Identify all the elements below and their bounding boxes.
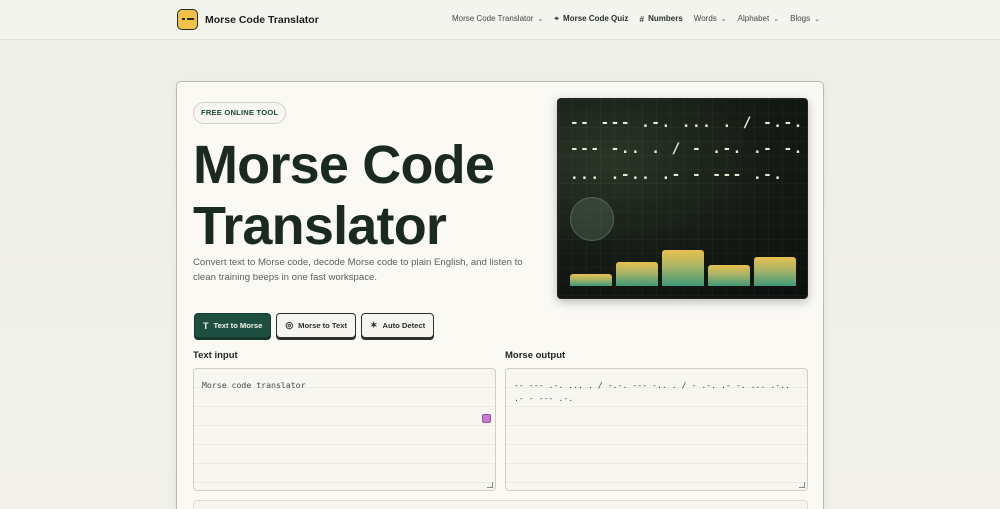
mode-button-1[interactable]: ◎ Morse to Text [276,313,356,338]
page-subtitle: Convert text to Morse code, decode Morse… [193,257,523,283]
brand-link[interactable]: Morse Code Translator [177,9,319,30]
extension-icon[interactable] [482,414,491,423]
morse-output-field[interactable]: -- --- .-. ... . / -.-. --- -.. . / - .-… [505,368,808,491]
morse-preview-panel: -- --- .-. ... . / -.-. --- -.. . / - .-.… [557,98,808,299]
text-input-value: Morse code translator [202,380,306,390]
audio-level-bar [570,274,612,286]
nav-item-0[interactable]: Morse Code Translator ⌄ [452,14,543,23]
resize-handle-icon[interactable] [799,482,805,488]
chevron-down-icon: ⌄ [814,15,820,23]
signal-pulse-indicator [570,197,614,241]
chevron-down-icon: ⌄ [537,15,544,23]
text-icon: T [203,320,209,331]
audio-level-bar [616,262,658,286]
mode-button-0[interactable]: T Text to Morse [194,313,272,338]
audio-level-bar [662,250,704,286]
nav-item-1[interactable]: ⌖ Morse Code Quiz [554,13,628,24]
morse-output-label: Morse output [505,350,566,361]
nav-item-label: Morse Code Translator [451,14,534,23]
morse-output-value: -- --- .-. ... . / -.-. --- -.. . / - .-… [514,380,791,403]
nav-item-label: Morse Code Quiz [563,14,629,23]
gamepad-icon: ⌖ [554,13,560,23]
resize-handle-icon[interactable] [487,482,493,488]
nav-item-label: Words [693,14,717,23]
nav-item-4[interactable]: Alphabet ⌄ [738,14,779,23]
text-input-field[interactable]: Morse code translator [193,368,496,491]
mode-button-label: Morse to Text [298,321,347,330]
audio-level-bar [708,265,750,286]
nav-item-5[interactable]: Blogs ⌄ [790,14,820,23]
mode-button-label: Text to Morse [213,321,263,330]
nav-menu: Morse Code Translator ⌄ ⌖ Morse Code Quiz # N… [441,13,820,24]
preview-morse-line: --- -.. . / - .-. .- -. [570,141,804,157]
wand-icon: ✶ [369,320,378,330]
tool-badge: FREE ONLINE TOOL [193,102,287,124]
signal-icon: ◎ [285,320,294,330]
text-input-label: Text input [193,350,238,361]
audio-level-bar [754,257,796,286]
morse-logo-icon [177,9,198,30]
chevron-down-icon: ⌄ [720,15,727,23]
nav-item-2[interactable]: # Numbers [639,14,682,24]
translator-card: FREE ONLINE TOOL Morse Code Translator C… [176,81,824,509]
brand-name: Morse Code Translator [205,13,319,26]
top-nav: Morse Code Translator Morse Code Transla… [0,0,1000,40]
nav-item-label: Blogs [790,14,811,23]
nav-item-label: Numbers [648,14,683,23]
mode-button-label: Auto Detect [382,321,426,330]
preview-morse-line: -- --- .-. ... . / -.-. [570,115,804,131]
preview-morse-line: ... .-.. .- - --- .-. [570,167,784,183]
nav-item-label: Alphabet [737,14,770,23]
controls-strip [193,500,808,509]
hash-icon: # [639,13,645,24]
mode-button-2[interactable]: ✶ Auto Detect [360,313,435,338]
mode-switcher: T Text to Morse ◎ Morse to Text ✶ Auto Detect [194,313,435,338]
chevron-down-icon: ⌄ [773,15,780,23]
nav-item-3[interactable]: Words ⌄ [694,14,727,23]
page-title: Morse Code Translator [193,135,495,256]
